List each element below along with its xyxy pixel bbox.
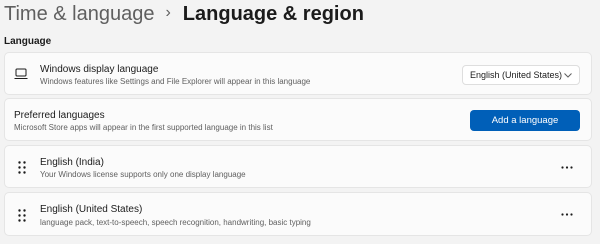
display-language-title: Windows display language [40,64,159,75]
add-language-button[interactable]: Add a language [470,110,580,131]
laptop-icon [14,68,28,79]
more-options-icon[interactable] [561,213,573,216]
display-language-card: Windows display language Windows feature… [4,52,592,95]
language-name: English (India) [40,157,104,168]
breadcrumb: Time & language › Language & region [4,1,364,27]
language-list-item[interactable]: English (India) Your Windows license sup… [4,145,592,188]
language-detail: language pack, text-to-speech, speech re… [40,218,311,227]
language-list-item[interactable]: English (United States) language pack, t… [4,192,592,236]
chevron-down-icon [564,73,572,78]
display-language-dropdown[interactable]: English (United States) [462,65,580,85]
section-label-language: Language [4,36,52,47]
preferred-languages-card: Preferred languages Microsoft Store apps… [4,98,592,141]
display-language-dropdown-value: English (United States) [470,70,563,80]
drag-handle-icon[interactable] [18,161,26,174]
breadcrumb-parent-time-and-language[interactable]: Time & language [4,3,154,26]
display-language-description: Windows features like Settings and File … [40,77,311,86]
more-options-icon[interactable] [561,166,573,169]
language-name: English (United States) [40,204,143,215]
language-detail: Your Windows license supports only one d… [40,170,246,179]
page-title: Language & region [182,2,364,25]
breadcrumb-separator: › [165,4,171,21]
drag-handle-icon[interactable] [18,209,26,222]
preferred-languages-title: Preferred languages [14,110,105,121]
preferred-languages-description: Microsoft Store apps will appear in the … [14,123,273,132]
